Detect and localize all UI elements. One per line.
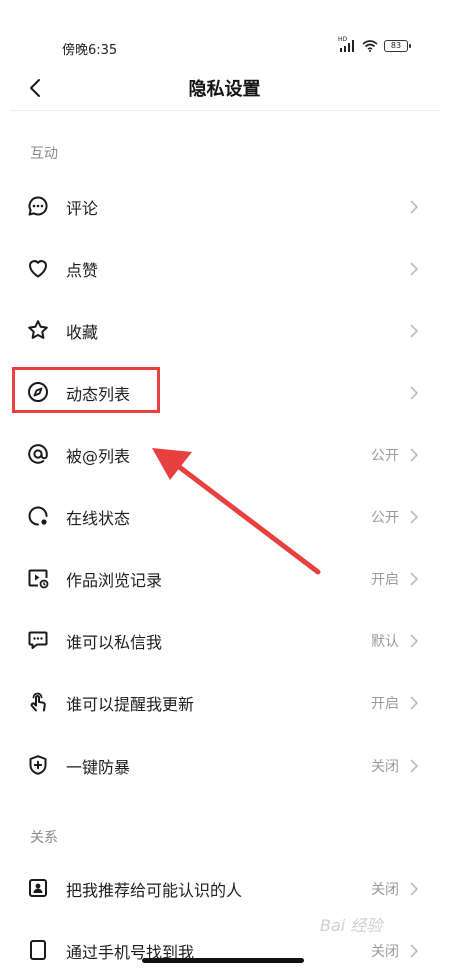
- row-favorites[interactable]: 收藏: [0, 302, 449, 358]
- contact-card-icon: [26, 876, 50, 900]
- chevron-right-icon: [409, 571, 419, 587]
- online-status-icon: [26, 504, 50, 528]
- row-who-can-message[interactable]: 谁可以私信我 默认: [0, 612, 449, 668]
- chevron-right-icon: [409, 385, 419, 401]
- at-sign-icon: [26, 442, 50, 466]
- row-who-can-remind[interactable]: 谁可以提醒我更新 开启: [0, 674, 449, 730]
- row-value: 开启: [371, 572, 399, 588]
- row-label: 收藏: [66, 323, 99, 342]
- heart-icon: [26, 256, 50, 280]
- row-value: 公开: [371, 448, 399, 464]
- chevron-right-icon: [409, 633, 419, 649]
- row-value: 开启: [371, 696, 399, 712]
- chevron-right-icon: [409, 509, 419, 525]
- row-label: 被@列表: [66, 447, 131, 466]
- row-label: 谁可以私信我: [66, 633, 163, 652]
- row-likes[interactable]: 点赞: [0, 240, 449, 296]
- annotation-arrow-icon: [152, 448, 321, 575]
- message-icon: [26, 628, 50, 652]
- row-label: 点赞: [66, 261, 99, 280]
- row-label: 把我推荐给可能认识的人: [66, 881, 243, 900]
- row-value: 公开: [371, 510, 399, 526]
- watermark: Bai 经验: [320, 916, 383, 935]
- comment-bubble-icon: [26, 194, 50, 218]
- chevron-right-icon: [409, 943, 419, 959]
- signal-icon: HD: [338, 36, 356, 53]
- video-history-icon: [26, 566, 50, 590]
- row-value: 关闭: [371, 759, 399, 775]
- row-value: 关闭: [371, 882, 399, 898]
- phone-icon: [26, 938, 50, 962]
- status-bar: 傍晚6:35 HD 83: [0, 0, 449, 70]
- chevron-right-icon: [409, 447, 419, 463]
- row-anti-harassment[interactable]: 一键防暴 关闭: [0, 737, 449, 793]
- chevron-right-icon: [409, 695, 419, 711]
- row-recommend-me[interactable]: 把我推荐给可能认识的人 关闭: [0, 860, 449, 916]
- row-value: 关闭: [371, 944, 399, 960]
- chevron-right-icon: [409, 199, 419, 215]
- home-indicator[interactable]: [142, 958, 304, 963]
- row-value: 默认: [371, 634, 399, 650]
- chevron-right-icon: [409, 323, 419, 339]
- nav-bar: 隐私设置: [0, 66, 449, 110]
- chevron-right-icon: [409, 261, 419, 277]
- highlight-box: [12, 367, 160, 413]
- status-time: 傍晚6:35: [62, 43, 118, 58]
- section-title-interaction: 互动: [30, 146, 58, 162]
- row-label: 谁可以提醒我更新: [66, 695, 195, 714]
- page-title: 隐私设置: [188, 79, 261, 100]
- row-comments[interactable]: 评论: [0, 178, 449, 234]
- wifi-icon: [362, 37, 378, 56]
- row-label: 一键防暴: [66, 758, 131, 777]
- battery-icon: 83: [384, 40, 411, 52]
- chevron-right-icon: [409, 881, 419, 897]
- status-icons: HD 83: [338, 36, 411, 56]
- row-label: 在线状态: [66, 509, 131, 528]
- chevron-right-icon: [409, 758, 419, 774]
- star-icon: [26, 318, 50, 342]
- row-label: 评论: [66, 199, 99, 218]
- section-title-relation: 关系: [30, 830, 58, 846]
- tap-hand-icon: [26, 690, 50, 714]
- shield-plus-icon: [26, 753, 50, 777]
- divider: [10, 110, 440, 111]
